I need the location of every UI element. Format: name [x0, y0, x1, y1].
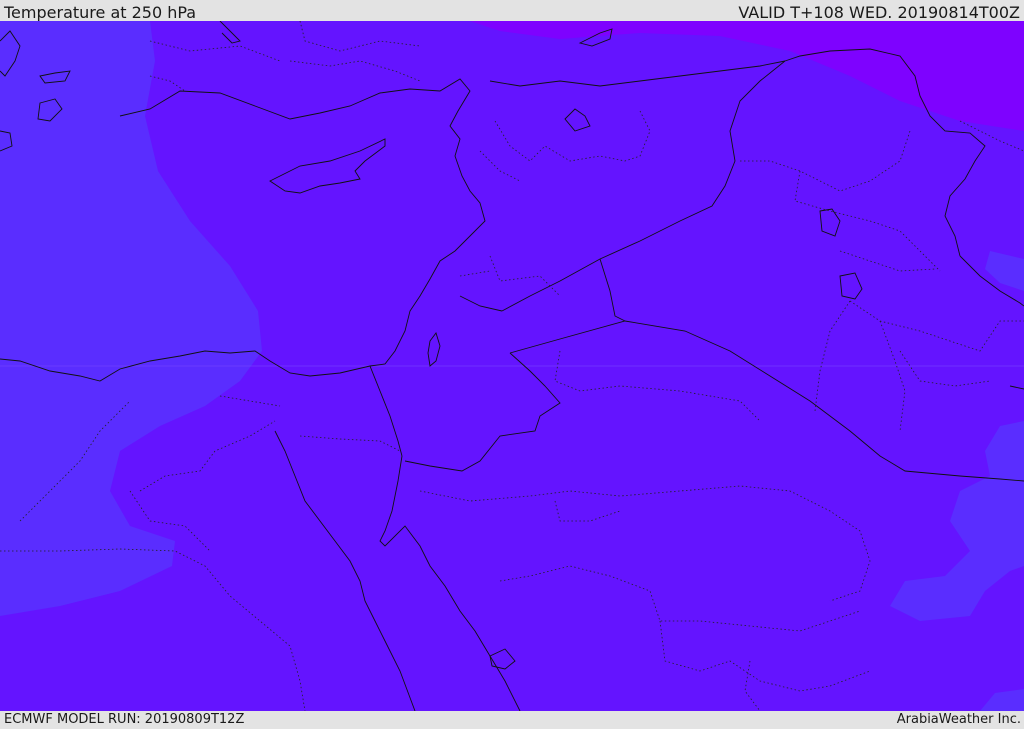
temperature-map: [0, 21, 1024, 711]
header-bar: Temperature at 250 hPa VALID T+108 WED. …: [0, 0, 1024, 22]
footer-bar: ECMWF MODEL RUN: 20190809T12Z ArabiaWeat…: [0, 711, 1024, 729]
map-title: Temperature at 250 hPa: [4, 3, 197, 22]
model-run-label: ECMWF MODEL RUN: 20190809T12Z: [4, 712, 245, 727]
credit-label: ArabiaWeather Inc.: [896, 712, 1021, 727]
valid-time-label: VALID T+108 WED. 20190814T00Z: [738, 3, 1020, 22]
